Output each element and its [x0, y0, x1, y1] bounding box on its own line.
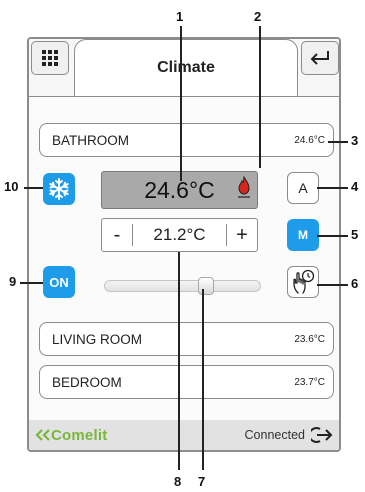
power-on-button[interactable]: ON: [43, 266, 75, 298]
callout-2: 2: [254, 9, 262, 24]
slider-handle[interactable]: [198, 277, 214, 295]
zone-row-current[interactable]: BATHROOM 24.6°C: [39, 123, 334, 157]
callout-line: [328, 141, 348, 143]
callout-line: [317, 187, 348, 189]
comelit-logo: Comelit: [35, 427, 107, 444]
status-text: Connected: [244, 428, 305, 442]
callout-line: [178, 252, 180, 470]
decrease-setpoint-button[interactable]: -: [102, 224, 132, 247]
season-toggle-button[interactable]: [43, 173, 75, 205]
snowflake-icon: [49, 178, 69, 200]
zone-temperature: 23.7°C: [294, 376, 325, 388]
return-icon: [310, 51, 329, 65]
brand-name: Comelit: [51, 426, 108, 444]
callout-line: [20, 282, 43, 284]
callout-line: [317, 235, 348, 237]
manual-mode-button[interactable]: M: [287, 219, 319, 251]
page-title: Climate: [74, 39, 298, 96]
callout-9: 9: [9, 274, 17, 289]
zone-name: BATHROOM: [52, 132, 129, 148]
callout-7: 7: [198, 474, 206, 489]
hand-timer-icon: [293, 269, 315, 294]
zone-name: LIVING ROOM: [52, 331, 143, 347]
callout-10: 10: [4, 179, 19, 194]
logout-icon[interactable]: [311, 426, 333, 444]
top-bar: Climate: [29, 39, 339, 97]
back-button[interactable]: [301, 41, 339, 75]
callout-line: [259, 26, 261, 168]
menu-grid-button[interactable]: [31, 41, 69, 75]
timer-mode-button[interactable]: [287, 266, 319, 298]
zone-temperature: 23.6°C: [294, 333, 325, 345]
callout-5: 5: [351, 227, 359, 242]
callout-line: [202, 289, 204, 470]
zone-row-living-room[interactable]: LIVING ROOM 23.6°C: [39, 322, 334, 356]
zone-name: BEDROOM: [52, 374, 122, 390]
callout-6: 6: [351, 276, 359, 291]
chevrons-logo-icon: [35, 429, 50, 441]
callout-3: 3: [351, 133, 359, 148]
flame-icon: [238, 176, 250, 198]
callout-8: 8: [174, 474, 182, 489]
setpoint-slider[interactable]: [104, 277, 261, 295]
callout-line: [180, 26, 182, 181]
callout-1: 1: [176, 9, 184, 24]
grid-icon: [42, 50, 58, 66]
setpoint-stepper: - 21.2°C +: [101, 218, 258, 252]
increase-setpoint-button[interactable]: +: [227, 224, 257, 247]
climate-panel: Climate BATHROOM 24.6°C 24.6°C A M - 21.…: [27, 37, 341, 452]
zone-row-bedroom[interactable]: BEDROOM 23.7°C: [39, 365, 334, 399]
callout-line: [24, 187, 43, 189]
setpoint-value: 21.2°C: [153, 225, 206, 244]
status-bar: Comelit Connected: [29, 420, 339, 450]
connection-status: Connected: [245, 426, 333, 444]
header-divider: [29, 96, 339, 97]
auto-mode-button[interactable]: A: [287, 172, 319, 204]
zone-temperature: 24.6°C: [294, 134, 325, 146]
callout-line: [317, 284, 348, 286]
callout-4: 4: [351, 179, 359, 194]
